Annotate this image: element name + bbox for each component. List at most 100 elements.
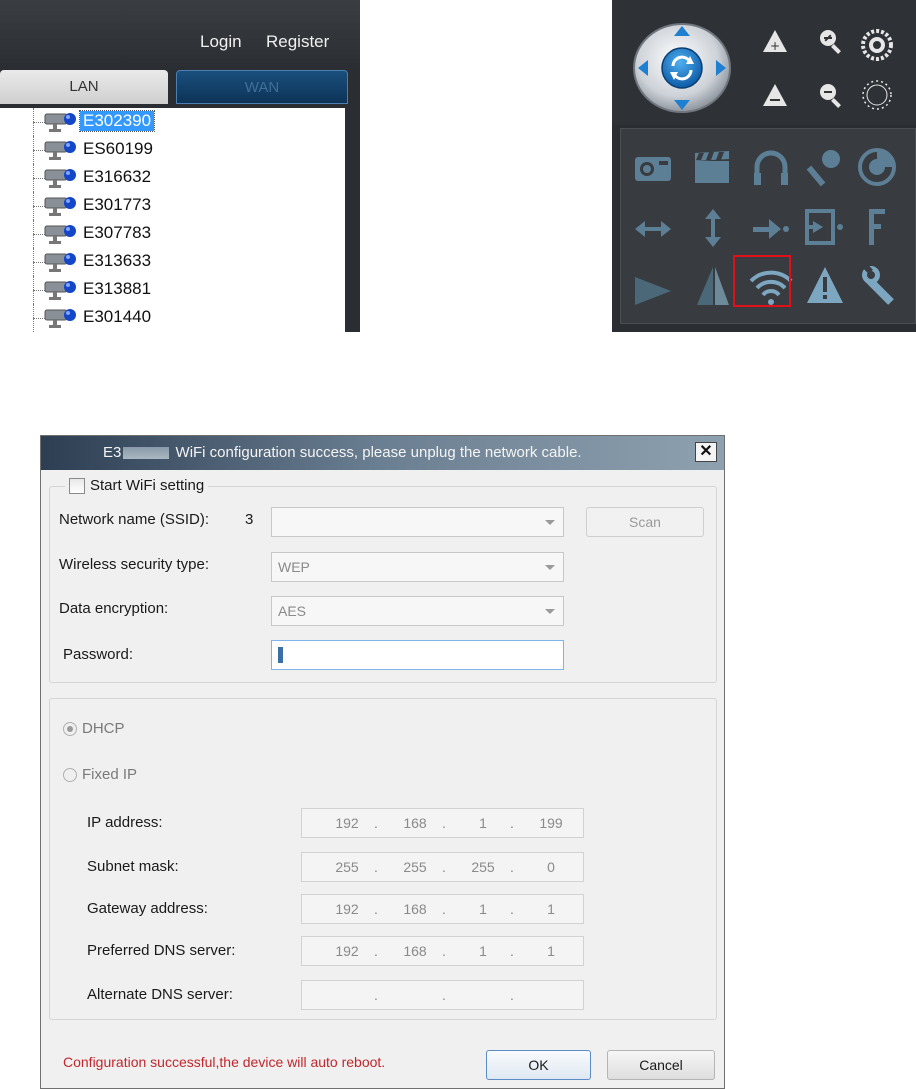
record-icon[interactable] <box>695 151 729 183</box>
wifi-icon-highlight <box>733 255 791 307</box>
scan-button[interactable]: Scan <box>586 507 704 537</box>
focus-far-icon[interactable] <box>820 84 841 108</box>
ip-address-input[interactable]: 192. 168. 1. 1 <box>301 936 584 966</box>
tree-scrollbar[interactable] <box>345 108 360 332</box>
ip-octet: 192 <box>335 815 359 831</box>
encryption-label: Data encryption: <box>59 600 169 617</box>
checkbox-box[interactable] <box>69 478 85 495</box>
device-id: E301440 <box>83 307 152 326</box>
camera-icon <box>44 141 76 160</box>
camera-icon <box>44 197 76 216</box>
ip-octet: 1 <box>479 943 487 959</box>
octet-separator: . <box>442 901 446 917</box>
device-id: E313633 <box>83 251 152 270</box>
device-tree-item[interactable]: E301440 <box>20 304 340 332</box>
iris-open-icon[interactable] <box>861 29 893 61</box>
camera-icon <box>44 253 76 272</box>
tab-lan[interactable]: LAN <box>0 70 168 104</box>
settings-icon[interactable] <box>862 264 894 305</box>
register-link[interactable]: Register <box>266 32 329 52</box>
ptz-direction-pad-icon[interactable] <box>633 23 731 113</box>
status-message: Configuration successful,the device will… <box>63 1054 386 1070</box>
device-tree-item[interactable]: E313881 <box>20 276 340 304</box>
radio-button[interactable] <box>63 722 77 737</box>
device-tree-item[interactable]: ES60199 <box>20 136 340 164</box>
ip-octet: 192 <box>335 943 359 959</box>
ip-octet: 1 <box>479 901 487 917</box>
ip-field-label: IP address: <box>87 814 163 831</box>
close-icon[interactable]: ✕ <box>695 442 717 462</box>
ptz-top-controls: + <box>633 23 893 113</box>
login-link[interactable]: Login <box>200 32 242 52</box>
ip-octet: 168 <box>403 943 427 959</box>
ssid-combobox[interactable] <box>271 507 564 537</box>
octet-separator: . <box>442 859 446 875</box>
ssid-count: 3 <box>245 511 254 528</box>
horizontal-cruise-icon[interactable] <box>635 221 671 237</box>
camera-icon <box>44 225 76 244</box>
dialog-title: E3 WiFi configuration success, please un… <box>103 444 582 461</box>
ip-field-label: Alternate DNS server: <box>87 986 233 1003</box>
octet-separator: . <box>510 815 514 831</box>
zoom-in-icon[interactable]: + <box>763 30 787 53</box>
octet-separator: . <box>374 815 378 831</box>
flip-icon[interactable] <box>697 267 729 305</box>
device-tree-item[interactable]: E307783 <box>20 220 340 248</box>
start-wifi-checkbox[interactable]: Start WiFi setting <box>65 477 209 495</box>
listen-icon[interactable] <box>754 150 788 185</box>
device-tree-item[interactable]: E316632 <box>20 164 340 192</box>
encryption-select[interactable]: AES <box>271 596 564 626</box>
text-cursor <box>278 647 283 663</box>
dhcp-radio[interactable]: DHCP <box>63 720 125 737</box>
ip-address-input[interactable]: 255. 255. 255. 0 <box>301 852 584 882</box>
vertical-cruise-icon[interactable] <box>705 209 721 247</box>
password-label: Password: <box>63 646 134 663</box>
device-tree-item[interactable]: E313633 <box>20 248 340 276</box>
ip-octet: 1 <box>479 815 487 831</box>
zoom-out-icon[interactable] <box>763 84 787 106</box>
input-icon[interactable] <box>805 209 843 245</box>
chevron-down-icon <box>545 520 555 525</box>
ip-octet: 255 <box>471 859 495 875</box>
device-tree-item[interactable]: E301773 <box>20 192 340 220</box>
camera-icon <box>44 281 76 300</box>
security-type-value: WEP <box>278 559 310 575</box>
octet-separator: . <box>510 901 514 917</box>
ip-address-input[interactable]: 192. 168. 1. 199 <box>301 808 584 838</box>
dial-icon[interactable] <box>858 148 896 186</box>
ip-address-input[interactable]: 192. 168. 1. 1 <box>301 894 584 924</box>
font-icon[interactable] <box>869 209 885 245</box>
octet-separator: . <box>374 901 378 917</box>
redacted-device-id <box>123 447 170 460</box>
talk-icon[interactable] <box>806 150 840 187</box>
dialog-titlebar[interactable]: E3 WiFi configuration success, please un… <box>41 436 724 470</box>
snapshot-icon[interactable] <box>635 157 671 181</box>
security-type-select[interactable]: WEP <box>271 552 564 582</box>
panel-header: Login Register <box>0 0 360 66</box>
fixed-ip-radio[interactable]: Fixed IP <box>63 766 137 783</box>
ip-address-input[interactable]: ... <box>301 980 584 1010</box>
title-message: WiFi configuration success, please unplu… <box>175 444 582 461</box>
focus-near-icon[interactable] <box>820 30 841 54</box>
fixed-ip-label: Fixed IP <box>82 766 138 783</box>
alarm-icon[interactable] <box>807 267 843 303</box>
camera-icon <box>44 113 76 132</box>
device-id: ES60199 <box>83 139 153 158</box>
ip-octet: 168 <box>403 815 427 831</box>
octet-separator: . <box>374 943 378 959</box>
radio-button[interactable] <box>63 768 77 783</box>
iris-close-icon[interactable] <box>862 80 892 110</box>
device-id: E307783 <box>83 223 152 242</box>
mirror-icon[interactable] <box>635 277 671 305</box>
ok-button[interactable]: OK <box>486 1050 591 1080</box>
octet-separator: . <box>374 987 378 1003</box>
ssid-label: Network name (SSID): <box>59 511 210 528</box>
start-wifi-label: Start WiFi setting <box>90 477 205 494</box>
password-input[interactable] <box>271 640 564 670</box>
device-id: E313881 <box>83 279 152 298</box>
octet-separator: . <box>374 859 378 875</box>
cancel-button[interactable]: Cancel <box>607 1050 715 1080</box>
device-tree-item[interactable]: E302390 <box>20 108 340 136</box>
tab-wan[interactable]: WAN <box>176 70 348 104</box>
preset-goto-icon[interactable] <box>753 219 789 239</box>
